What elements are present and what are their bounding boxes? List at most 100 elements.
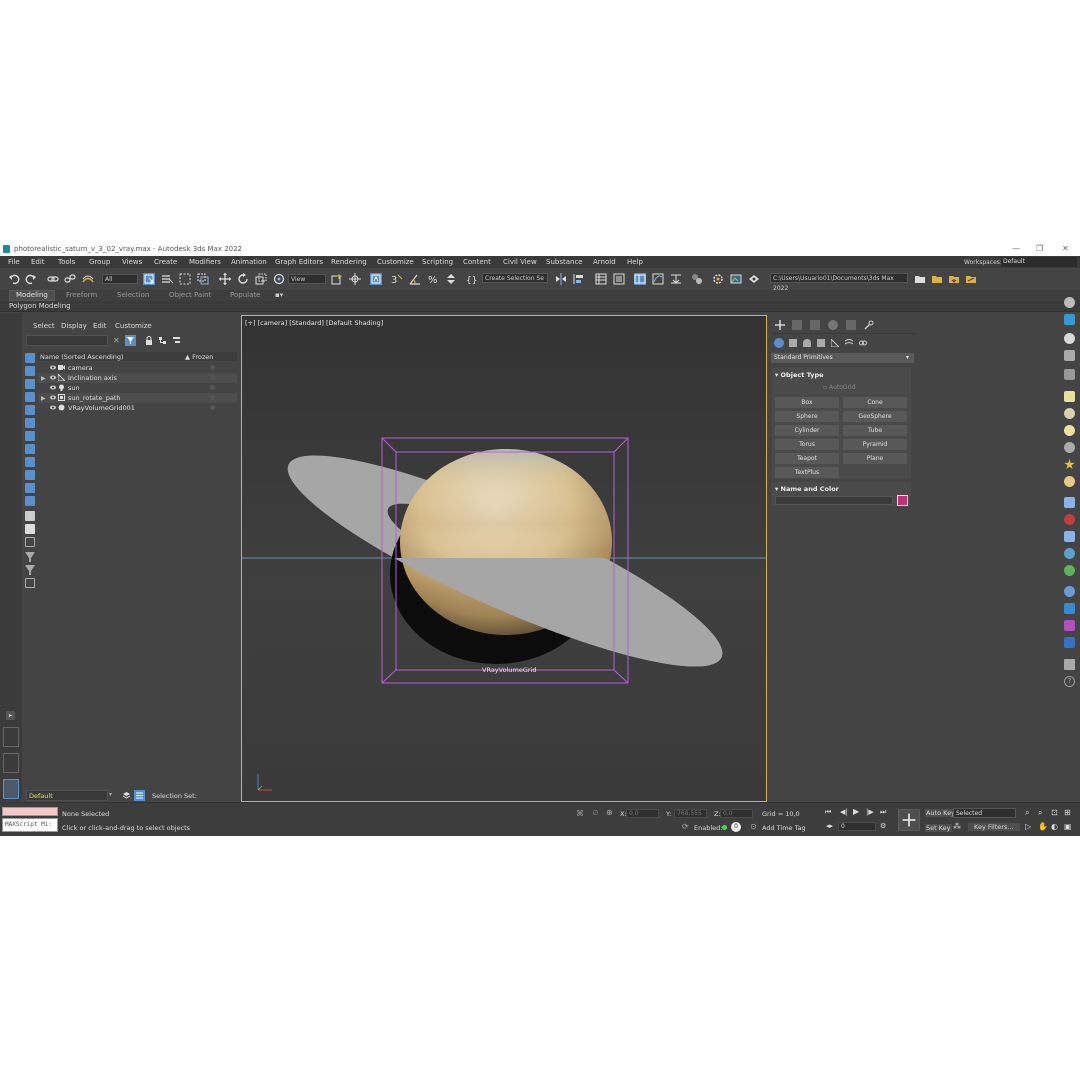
note-icon[interactable]: [1064, 391, 1075, 402]
advanced-filter-icon[interactable]: [25, 565, 35, 575]
goto-start-icon[interactable]: ⏮: [825, 808, 831, 817]
box-button[interactable]: Box: [775, 397, 839, 408]
explorer-menu-select[interactable]: Select: [33, 322, 55, 330]
sun-light-icon[interactable]: [1064, 459, 1075, 470]
display-containers-icon[interactable]: [25, 470, 35, 480]
column-name-header[interactable]: Name (Sorted Ascending): [40, 353, 124, 361]
frozen-toggle-icon[interactable]: [210, 385, 215, 390]
unlink-icon[interactable]: [64, 273, 76, 285]
menu-scripting[interactable]: Scripting: [422, 258, 453, 266]
key-mode-toggle-icon[interactable]: ◂▸: [826, 822, 833, 830]
menu-modifiers[interactable]: Modifiers: [189, 258, 221, 266]
object-color-swatch[interactable]: [897, 495, 908, 506]
percent-snap-icon[interactable]: %: [427, 273, 439, 286]
pan-icon[interactable]: ✋: [1038, 822, 1048, 831]
sphere-button[interactable]: Sphere: [775, 411, 839, 422]
menu-views[interactable]: Views: [122, 258, 142, 266]
explorer-row-camera[interactable]: camera: [38, 363, 237, 373]
render-setup-icon[interactable]: [712, 273, 724, 285]
maximize-button[interactable]: ❐: [1036, 244, 1043, 253]
visibility-eye-icon[interactable]: [50, 365, 56, 370]
help-icon[interactable]: ?: [1064, 676, 1075, 687]
time-tag-icon[interactable]: ⊙: [750, 822, 757, 831]
zoom-all-icon[interactable]: ⌕: [1038, 808, 1042, 818]
display-helpers-icon[interactable]: [25, 405, 35, 415]
ribbon-tab-modeling[interactable]: Modeling: [9, 290, 55, 301]
frozen-toggle-icon[interactable]: [210, 365, 215, 370]
asset-tracking-icon[interactable]: [965, 273, 977, 285]
project-folder-icon[interactable]: [914, 273, 926, 285]
material-editor-icon[interactable]: [691, 273, 703, 285]
rotate-icon[interactable]: [237, 273, 249, 285]
visibility-eye-icon[interactable]: [50, 385, 56, 390]
add-time-tag-button[interactable]: Add Time Tag: [762, 824, 806, 832]
display-spacewarps-icon[interactable]: [25, 418, 35, 428]
object-type-title[interactable]: ▾ Object Type: [775, 371, 911, 381]
spacewarps-category-icon[interactable]: [844, 339, 854, 347]
helpers-category-icon[interactable]: [830, 337, 841, 348]
ies-light-icon[interactable]: [1064, 476, 1075, 487]
display-bones-icon[interactable]: [25, 457, 35, 467]
field-of-view-icon[interactable]: ▷: [1025, 822, 1031, 831]
align-tool-icon[interactable]: [1064, 369, 1075, 380]
pivot-center-icon[interactable]: [331, 273, 343, 285]
workspaces-dropdown[interactable]: Default: [1001, 257, 1077, 267]
plant-icon[interactable]: [1064, 565, 1075, 576]
layer-dropdown[interactable]: Default: [26, 790, 108, 801]
particle-icon[interactable]: [1064, 514, 1075, 525]
ribbon-tab-object-paint[interactable]: Object Paint: [169, 291, 211, 299]
toggle-ribbon-icon[interactable]: [613, 273, 625, 285]
column-frozen-header[interactable]: ▲ Frozen: [185, 353, 213, 361]
set-key-big-button[interactable]: [898, 809, 920, 831]
pyramid-button[interactable]: Pyramid: [843, 439, 907, 450]
rendered-frame-window-icon[interactable]: [730, 273, 742, 285]
menu-graph-editors[interactable]: Graph Editors: [275, 258, 323, 266]
expand-arrow-icon[interactable]: ▶: [41, 375, 46, 382]
torus-button[interactable]: Torus: [775, 439, 839, 450]
absolute-mode-icon[interactable]: ⊕: [606, 808, 615, 817]
current-frame-field[interactable]: 0: [838, 822, 876, 831]
keyboard-shortcut-override-icon[interactable]: [370, 273, 382, 285]
find-icon[interactable]: [25, 578, 35, 588]
frozen-toggle-icon[interactable]: [210, 395, 215, 400]
link-icon[interactable]: [47, 273, 59, 285]
dome-light-icon[interactable]: [1064, 408, 1075, 419]
expand-arrow-icon[interactable]: ▶: [41, 395, 46, 402]
explorer-search-input[interactable]: [26, 335, 108, 346]
layout-single-icon[interactable]: [3, 753, 19, 773]
menu-edit[interactable]: Edit: [31, 258, 45, 266]
align-icon[interactable]: [573, 273, 585, 285]
cone-button[interactable]: Cone: [843, 397, 907, 408]
globe-icon[interactable]: [1064, 548, 1075, 559]
menu-customize[interactable]: Customize: [377, 258, 414, 266]
polygon-modeling-label[interactable]: Polygon Modeling: [9, 302, 71, 310]
adaptive-degradation-icon[interactable]: ⟳: [682, 822, 691, 831]
display-hidden-icon[interactable]: [25, 496, 35, 506]
tube-button[interactable]: Tube: [843, 425, 907, 436]
zoom-icon[interactable]: ⌕: [1025, 808, 1029, 818]
clear-search-icon[interactable]: ✕: [113, 336, 120, 345]
open-folder-icon[interactable]: [931, 273, 943, 285]
orbit-icon[interactable]: ◐: [1051, 822, 1058, 831]
display-shapes-icon[interactable]: [25, 366, 35, 376]
window-crossing-icon[interactable]: [197, 273, 209, 285]
visibility-eye-icon[interactable]: [50, 405, 56, 410]
menu-arnold[interactable]: Arnold: [593, 258, 616, 266]
minimize-button[interactable]: —: [1012, 244, 1020, 253]
viewport-icon[interactable]: [1064, 314, 1075, 325]
autogrid-checkbox[interactable]: ▫ AutoGrid: [823, 384, 856, 391]
explorer-menu-customize[interactable]: Customize: [115, 322, 152, 330]
ribbon-tab-selection[interactable]: Selection: [117, 291, 149, 299]
display-tab-icon[interactable]: [846, 320, 856, 330]
undo-icon[interactable]: [8, 273, 20, 285]
edit-named-selection-icon[interactable]: {}: [466, 273, 478, 286]
explorer-row-vrayvolumegrid[interactable]: VRayVolumeGrid001: [38, 403, 237, 413]
layer-dropdown-arrow-icon[interactable]: ▾: [109, 791, 112, 798]
display-frozen-icon[interactable]: [25, 483, 35, 493]
vray-asset-icon[interactable]: [1064, 637, 1075, 648]
ribbon-options-icon[interactable]: ▪▾: [275, 291, 283, 299]
visibility-eye-icon[interactable]: [50, 375, 56, 380]
auto-key-button[interactable]: Auto Key: [925, 809, 956, 817]
object-icon[interactable]: [1064, 297, 1075, 308]
key-mode-dropdown[interactable]: Selected: [953, 808, 1016, 818]
